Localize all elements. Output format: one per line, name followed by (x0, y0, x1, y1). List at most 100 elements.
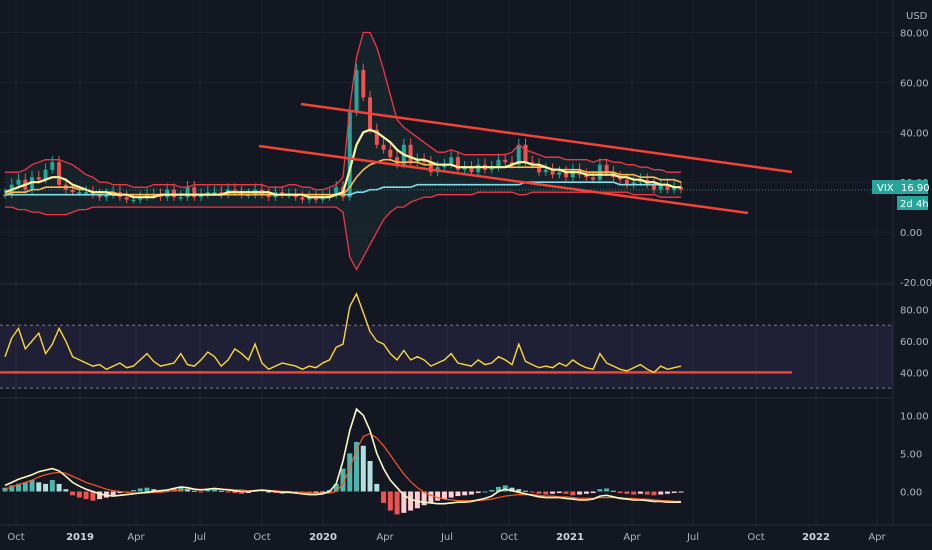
macd-histogram-bar (563, 491, 569, 494)
macd-histogram-bar (529, 491, 535, 493)
candle-body (300, 197, 305, 200)
macd-histogram-bar (644, 491, 650, 495)
macd-histogram-bar (489, 489, 495, 492)
macd-histogram-bar (583, 491, 589, 494)
time-axis-tick-label: Apr (376, 532, 394, 543)
time-axis-tick-label: Apr (868, 532, 886, 543)
macd-histogram-bar (482, 491, 488, 493)
price-axis-tick-label: 80.00 (900, 28, 929, 39)
macd-histogram-bar (408, 491, 414, 511)
candle-body (591, 177, 596, 180)
last-value-price: 16.90 (901, 183, 930, 194)
macd-histogram-bar (462, 491, 468, 496)
candle-body (131, 199, 136, 202)
candle-body (476, 164, 481, 173)
macd-histogram-bar (76, 491, 82, 498)
time-axis-tick-label: Jul (193, 532, 206, 543)
macd-histogram-bar (678, 491, 684, 493)
candle-body (361, 69, 366, 98)
macd-histogram-bar (387, 491, 393, 511)
macd-histogram-bar (523, 490, 529, 492)
macd-histogram-bar (29, 480, 35, 492)
macd-histogram-bar (394, 491, 400, 515)
macd-histogram-bar (191, 490, 197, 492)
macd-histogram-bar (49, 480, 55, 492)
macd-histogram-bar (624, 491, 630, 494)
macd-axis-tick-label: 0.00 (900, 488, 922, 499)
price-axis-tick-label: 40.00 (900, 128, 929, 139)
chart: -20.000.0020.0040.0060.0080.0040.0060.00… (0, 0, 932, 550)
candle-body (16, 179, 21, 185)
macd-histogram-bar (556, 491, 562, 494)
macd-axis-tick-label: 5.00 (900, 449, 922, 460)
currency-label: USD (906, 11, 928, 22)
macd-histogram-bar (631, 491, 637, 495)
candle-body (172, 189, 176, 198)
macd-histogram-bar (617, 491, 623, 494)
macd-histogram-bar (610, 490, 616, 492)
macd-histogram-bar (658, 491, 664, 495)
macd-histogram-bar (43, 483, 49, 492)
candle-body (523, 144, 528, 163)
candle-body (388, 149, 393, 158)
macd-histogram-bar (381, 491, 387, 503)
macd-histogram-bar (664, 491, 670, 494)
time-axis-tick-label: Oct (7, 532, 24, 543)
time-axis-tick-label: Oct (747, 532, 764, 543)
macd-histogram-bar (651, 491, 657, 496)
time-to-close: 2d 4h (900, 199, 929, 210)
macd-histogram-bar (448, 491, 454, 498)
candle-body (165, 189, 170, 198)
macd-histogram-bar (56, 483, 62, 492)
time-axis-tick-label: Oct (500, 532, 517, 543)
macd-histogram-bar (428, 491, 434, 503)
macd-histogram-bar (225, 491, 231, 493)
macd-histogram-bar (570, 491, 576, 496)
time-axis-tick-label: Apr (127, 532, 145, 543)
time-axis-tick-label: Oct (253, 532, 270, 543)
macd-histogram-bar (83, 491, 89, 500)
time-axis-tick-label: 2019 (66, 532, 94, 543)
time-axis-tick-label: Jul (440, 532, 453, 543)
macd-histogram-bar (455, 491, 461, 497)
candle-body (604, 164, 609, 173)
candle-body (36, 177, 41, 180)
macd-histogram-bar (468, 491, 474, 495)
candle-body (570, 169, 575, 178)
macd-histogram-bar (374, 483, 380, 492)
time-axis-tick-label: Apr (623, 532, 641, 543)
macd-histogram-bar (144, 487, 150, 492)
macd-histogram-bar (367, 461, 373, 492)
macd-histogram-bar (414, 491, 420, 509)
macd-histogram-bar (360, 445, 366, 492)
macd-histogram-bar (232, 491, 238, 494)
macd-histogram-bar (320, 491, 326, 493)
time-axis-tick-label: Jul (686, 532, 699, 543)
candle-body (124, 197, 129, 200)
rsi-axis-tick-label: 40.00 (900, 368, 929, 379)
macd-histogram-bar (671, 491, 677, 494)
candle-body (381, 144, 386, 150)
candle-body (84, 192, 89, 194)
macd-histogram-bar (70, 491, 76, 496)
macd-histogram-bar (130, 489, 136, 492)
candle-body (178, 197, 183, 199)
time-axis-tick-label: 2020 (309, 532, 337, 543)
macd-histogram-bar (435, 491, 441, 501)
candle-body (77, 192, 82, 194)
macd-histogram-bar (536, 491, 542, 494)
macd-histogram-bar (441, 491, 447, 500)
macd-histogram-bar (637, 491, 643, 494)
price-axis-tick-label: 60.00 (900, 78, 929, 89)
candle-body (408, 144, 413, 163)
macd-histogram-bar (543, 491, 549, 495)
macd-histogram-bar (604, 488, 610, 492)
last-value-symbol: VIX (877, 183, 894, 194)
macd-histogram-bar (590, 491, 596, 494)
time-axis-tick-label: 2021 (556, 532, 584, 543)
price-axis-tick-label: -20.00 (900, 278, 932, 289)
macd-histogram-bar (137, 488, 143, 492)
macd-histogram-bar (475, 491, 481, 494)
rsi-axis-tick-label: 60.00 (900, 337, 929, 348)
macd-histogram-bar (36, 482, 42, 492)
